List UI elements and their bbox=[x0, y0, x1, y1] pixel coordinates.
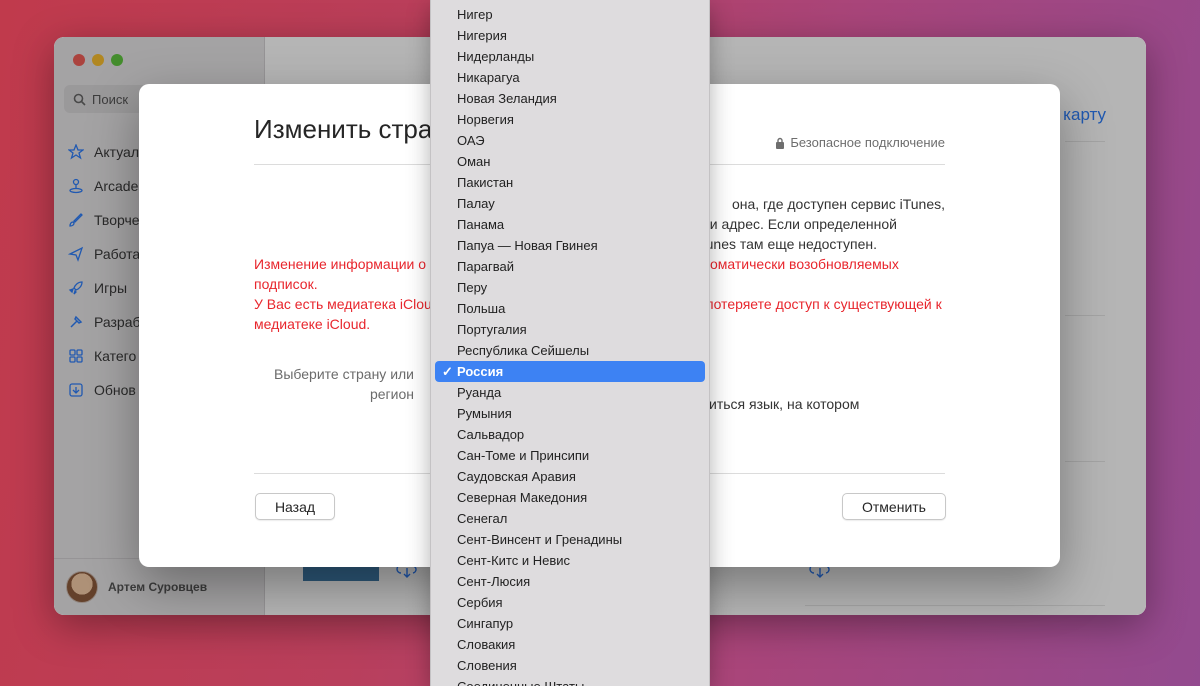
checkmark-icon: ✓ bbox=[442, 364, 453, 379]
dialog-title: Изменить стра bbox=[254, 114, 433, 144]
label-line: регион bbox=[369, 386, 414, 402]
menu-item-country[interactable]: Папуа — Новая Гвинея bbox=[435, 235, 705, 256]
country-dropdown-menu[interactable]: Нигер Нигерия Нидерланды Никарагуа Новая Зел… bbox=[430, 0, 710, 686]
menu-item-label: Польша bbox=[457, 301, 506, 316]
menu-item-label: Северная Македония bbox=[457, 490, 588, 505]
warning-line: У Вас есть медиатека iCloud bbox=[254, 296, 440, 312]
menu-item-country[interactable]: Никарагуа bbox=[435, 67, 705, 88]
menu-item-label: Сент-Китс и Невис bbox=[457, 553, 570, 568]
cancel-button[interactable]: Отменить bbox=[842, 493, 946, 520]
country-select-label: Выберите страну или регион bbox=[254, 364, 414, 404]
language-note: иться язык, на котором bbox=[709, 396, 860, 412]
menu-item-label: Сербия bbox=[457, 595, 503, 610]
menu-item-country[interactable]: Саудовская Аравия bbox=[435, 466, 705, 487]
menu-item-country[interactable]: Соединенные Штаты bbox=[435, 676, 705, 686]
menu-item-country[interactable]: Румыния bbox=[435, 403, 705, 424]
menu-item-country[interactable]: Словакия bbox=[435, 634, 705, 655]
menu-item-country[interactable]: Сенегал bbox=[435, 508, 705, 529]
menu-item-label: Соединенные Штаты bbox=[457, 679, 584, 686]
menu-item-label: ОАЭ bbox=[457, 133, 485, 148]
warning-line-end: потеряете доступ к существующей к bbox=[706, 296, 942, 312]
menu-item-label: Новая Зеландия bbox=[457, 91, 557, 106]
menu-item-label: Сент-Люсия bbox=[457, 574, 531, 589]
menu-item-label: Словакия bbox=[457, 637, 516, 652]
menu-item-country[interactable]: Сербия bbox=[435, 592, 705, 613]
menu-item-country[interactable]: Сан-Томе и Принсипи bbox=[435, 445, 705, 466]
menu-item-country[interactable]: Палау bbox=[435, 193, 705, 214]
menu-item-label: Сент-Винсент и Гренадины bbox=[457, 532, 623, 547]
menu-item-label: Пакистан bbox=[457, 175, 514, 190]
menu-item-label: Руанда bbox=[457, 385, 502, 400]
menu-item-country[interactable]: Новая Зеландия bbox=[435, 88, 705, 109]
warning-line-end: оматически возобновляемых bbox=[710, 256, 899, 272]
menu-item-country[interactable]: Сингапур bbox=[435, 613, 705, 634]
menu-item-country[interactable]: Норвегия bbox=[435, 109, 705, 130]
menu-item-label: Папуа — Новая Гвинея bbox=[457, 238, 598, 253]
menu-item-country[interactable]: Сент-Китс и Невис bbox=[435, 550, 705, 571]
menu-item-country[interactable]: ✓ Россия bbox=[435, 361, 705, 382]
menu-item-label: Перу bbox=[457, 280, 488, 295]
menu-item-label: Республика Сейшелы bbox=[457, 343, 590, 358]
label-line: Выберите страну или bbox=[274, 366, 414, 382]
menu-item-country[interactable]: Республика Сейшелы bbox=[435, 340, 705, 361]
menu-item-label: Палау bbox=[457, 196, 495, 211]
menu-item-label: Парагвай bbox=[457, 259, 515, 274]
menu-item-country[interactable]: Парагвай bbox=[435, 256, 705, 277]
country-list: Нигер Нигерия Нидерланды Никарагуа Новая Зел… bbox=[431, 4, 709, 686]
menu-item-label: Сенегал bbox=[457, 511, 508, 526]
menu-item-country[interactable]: Сент-Винсент и Гренадины bbox=[435, 529, 705, 550]
menu-item-country[interactable]: Нигер bbox=[435, 4, 705, 25]
menu-item-country[interactable]: Сальвадор bbox=[435, 424, 705, 445]
menu-item-label: Румыния bbox=[457, 406, 512, 421]
menu-item-label: Сальвадор bbox=[457, 427, 525, 442]
menu-item-country[interactable]: Оман bbox=[435, 151, 705, 172]
back-button[interactable]: Назад bbox=[255, 493, 335, 520]
menu-item-country[interactable]: Португалия bbox=[435, 319, 705, 340]
menu-item-label: Панама bbox=[457, 217, 505, 232]
menu-item-country[interactable]: Руанда bbox=[435, 382, 705, 403]
menu-item-label: Сингапур bbox=[457, 616, 514, 631]
menu-item-country[interactable]: Словения bbox=[435, 655, 705, 676]
menu-item-country[interactable]: Нигерия bbox=[435, 25, 705, 46]
menu-item-label: Словения bbox=[457, 658, 517, 673]
menu-item-label: Никарагуа bbox=[457, 70, 520, 85]
menu-item-country[interactable]: Панама bbox=[435, 214, 705, 235]
menu-item-label: Нигерия bbox=[457, 28, 507, 43]
menu-item-country[interactable]: ОАЭ bbox=[435, 130, 705, 151]
menu-item-label: Саудовская Аравия bbox=[457, 469, 576, 484]
menu-item-label: Норвегия bbox=[457, 112, 514, 127]
menu-item-label: Россия bbox=[457, 364, 504, 379]
secure-label: Безопасное подключение bbox=[790, 135, 945, 150]
menu-item-label: Оман bbox=[457, 154, 491, 169]
menu-item-country[interactable]: Перу bbox=[435, 277, 705, 298]
lock-icon bbox=[776, 137, 785, 149]
menu-item-country[interactable]: Нидерланды bbox=[435, 46, 705, 67]
menu-item-label: Нигер bbox=[457, 7, 493, 22]
menu-item-label: Нидерланды bbox=[457, 49, 535, 64]
menu-item-country[interactable]: Польша bbox=[435, 298, 705, 319]
menu-item-country[interactable]: Северная Македония bbox=[435, 487, 705, 508]
menu-item-label: Сан-Томе и Принсипи bbox=[457, 448, 590, 463]
menu-item-country[interactable]: Пакистан bbox=[435, 172, 705, 193]
menu-item-country[interactable]: Сент-Люсия bbox=[435, 571, 705, 592]
menu-item-label: Португалия bbox=[457, 322, 527, 337]
warning-line: Изменение информации о bbox=[254, 256, 427, 272]
secure-connection-indicator: Безопасное подключение bbox=[775, 135, 945, 150]
